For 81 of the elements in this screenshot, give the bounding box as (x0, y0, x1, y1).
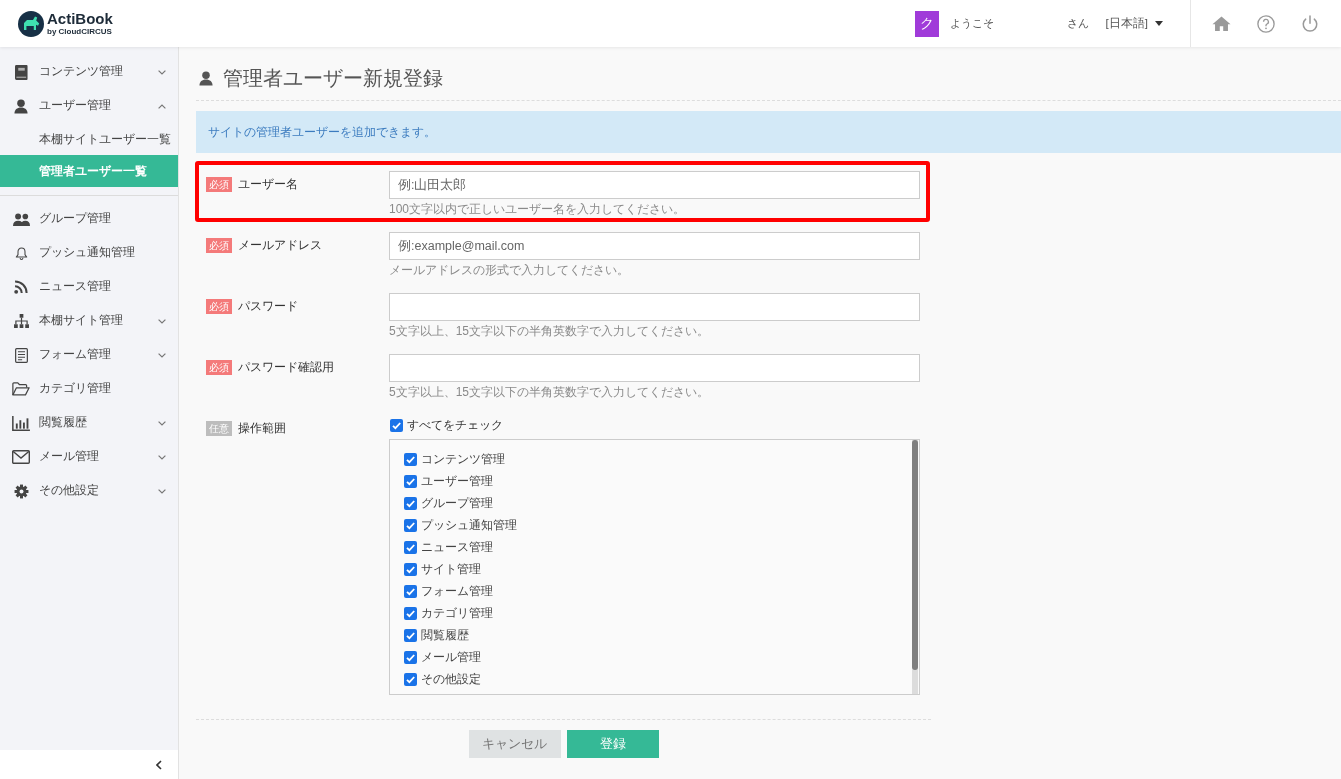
checkbox[interactable] (404, 672, 417, 686)
language-dropdown[interactable]: [日本語] (1105, 14, 1163, 33)
form-icon (14, 347, 28, 363)
user-icon (14, 98, 28, 114)
bell-icon (14, 245, 28, 261)
input-field[interactable]: 例:example@mail.com (389, 232, 920, 260)
checkbox[interactable] (404, 496, 417, 510)
checkbox[interactable] (404, 584, 417, 598)
sidebar-item[interactable]: 本棚サイト管理 (0, 304, 178, 338)
field-hint: 100文字以内で正しいユーザー名を入力してください。 (389, 201, 687, 217)
sidebar-item[interactable]: ニュース管理 (0, 270, 178, 304)
sidebar-item[interactable]: コンテンツ管理 (0, 55, 178, 89)
checkbox-label: プッシュ通知管理 (421, 517, 517, 534)
checkbox-label: カテゴリ管理 (421, 605, 493, 622)
checkbox-label: その他設定 (421, 671, 481, 688)
checkbox-label: 閲覧履歴 (421, 627, 469, 644)
sidebar-item[interactable]: その他設定 (0, 474, 178, 508)
settings-icon (13, 483, 29, 499)
sidebar-item[interactable]: 閲覧履歴 (0, 406, 178, 440)
required-badge: 必須 (206, 176, 232, 192)
checkbox[interactable] (404, 540, 417, 554)
checkbox-label: ユーザー管理 (421, 473, 493, 490)
checkbox-label: サイト管理 (421, 561, 481, 578)
bar-chart-icon (12, 415, 30, 431)
chevron-left-icon (156, 759, 162, 770)
field-hint: 5文字以上、15文字以下の半角英数字で入力してください。 (389, 384, 711, 400)
checkbox-label: グループ管理 (421, 495, 493, 512)
sitemap-icon (13, 314, 29, 328)
sidebar-item[interactable]: フォーム管理 (0, 338, 178, 372)
logo-byline: by CloudCIRCUS (47, 27, 113, 36)
field-label: メールアドレス (238, 237, 322, 254)
required-badge: 必須 (206, 298, 232, 314)
field-label: ユーザー名 (238, 176, 298, 193)
checkbox[interactable] (390, 418, 403, 432)
checkbox[interactable] (404, 606, 417, 620)
field-hint: メールアドレスの形式で入力してください。 (389, 262, 630, 278)
sidebar-item[interactable]: メール管理 (0, 440, 178, 474)
required-badge: 必須 (206, 359, 232, 375)
checkbox-label: すべてをチェック (407, 417, 503, 434)
field-label: パスワード確認用 (238, 359, 334, 376)
folder-icon (12, 382, 30, 396)
checkbox-label: コンテンツ管理 (421, 451, 505, 468)
honorific-text: さん (1066, 16, 1089, 32)
field-label: 操作範囲 (238, 420, 286, 437)
checkbox[interactable] (404, 518, 417, 532)
page-title: 管理者ユーザー新規登録 (223, 66, 443, 91)
user-avatar: ク (914, 10, 939, 37)
checkbox-label: フォーム管理 (421, 583, 493, 600)
cancel-button[interactable]: キャンセル (468, 730, 561, 758)
info-banner: サイトの管理者ユーザーを追加できます。 (196, 111, 1341, 153)
checkbox[interactable] (404, 474, 417, 488)
rss-icon (14, 280, 28, 294)
checkbox[interactable] (404, 562, 417, 576)
optional-badge: 任意 (206, 420, 232, 436)
sidebar-subitem[interactable]: 本棚サイトユーザー一覧 (0, 123, 178, 155)
field-label: パスワード (238, 298, 298, 315)
checkbox[interactable] (404, 650, 417, 664)
user-icon (199, 70, 213, 86)
checkbox-label: ニュース管理 (421, 539, 493, 556)
logo-text: ActiBook (47, 11, 113, 27)
sidebar-item[interactable]: カテゴリ管理 (0, 372, 178, 406)
password-field[interactable] (389, 354, 920, 382)
password-field[interactable] (389, 293, 920, 321)
power-icon[interactable] (1301, 14, 1319, 33)
logo-icon (18, 10, 44, 37)
users-icon (12, 212, 30, 226)
checkbox[interactable] (404, 628, 417, 642)
required-badge: 必須 (206, 237, 232, 253)
sidebar-item[interactable]: プッシュ通知管理 (0, 236, 178, 270)
home-icon[interactable] (1212, 15, 1231, 32)
caret-down-icon (1155, 21, 1163, 26)
envelope-icon (12, 450, 30, 464)
welcome-text: ようこそ (949, 16, 994, 32)
book-icon (14, 64, 28, 80)
field-hint: 5文字以上、15文字以下の半角英数字で入力してください。 (389, 323, 711, 339)
help-icon[interactable] (1257, 14, 1275, 33)
checkbox-label: メール管理 (421, 649, 481, 666)
input-field[interactable]: 例:山田太郎 (389, 171, 920, 199)
checkbox[interactable] (404, 452, 417, 466)
sidebar-item[interactable]: ユーザー管理 (0, 89, 178, 123)
sidebar-item[interactable]: グループ管理 (0, 202, 178, 236)
